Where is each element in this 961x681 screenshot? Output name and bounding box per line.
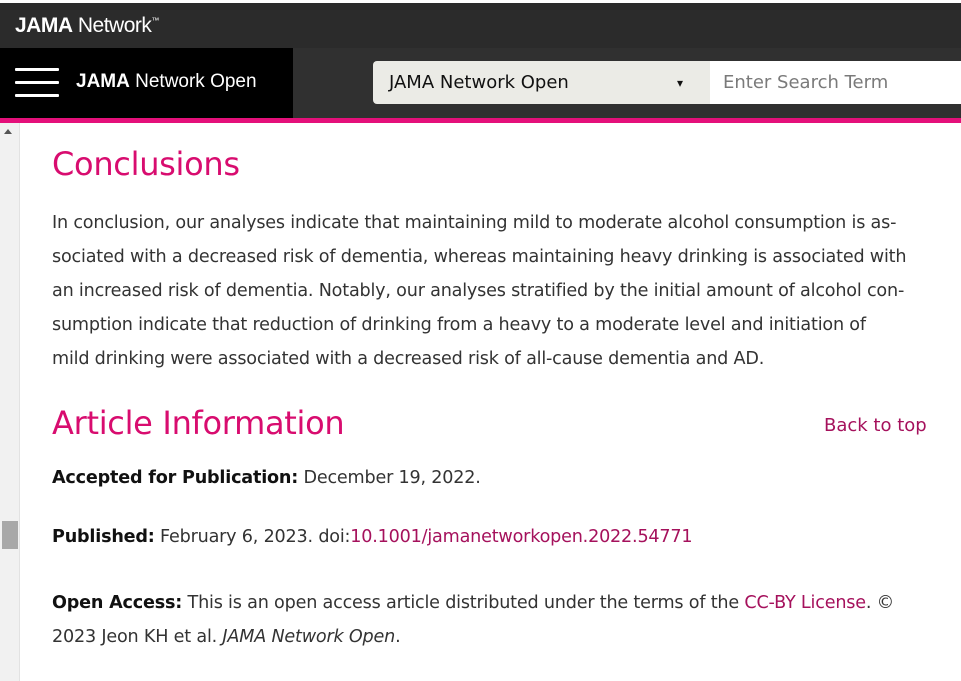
- journal-select-value: JAMA Network Open: [389, 72, 569, 93]
- accepted-label: Accepted for Publication:: [52, 468, 299, 488]
- accent-divider: [0, 118, 961, 123]
- open-access-text: This is an open access article distribut…: [182, 593, 745, 613]
- page-scrollbar[interactable]: [0, 123, 20, 681]
- journal-name-italic: JAMA Network Open: [222, 627, 396, 647]
- published-label: Published:: [52, 527, 155, 547]
- journal-title-bold: JAMA: [76, 71, 130, 92]
- conclusions-line: mild drinking were associated with a dec…: [52, 349, 765, 369]
- accepted-for-publication: Accepted for Publication: December 19, 2…: [52, 468, 481, 488]
- open-access-label: Open Access:: [52, 593, 183, 613]
- brand-trademark: ™: [151, 16, 159, 25]
- scroll-up-arrow-icon[interactable]: [4, 129, 12, 134]
- conclusions-line: sociated with a decreased risk of dement…: [52, 247, 907, 267]
- journal-title-rest: Network Open: [129, 71, 257, 92]
- conclusions-line: an increased risk of dementia. Notably, …: [52, 281, 905, 301]
- published-info: Published: February 6, 2023. doi:10.1001…: [52, 527, 693, 547]
- journal-nav-left: JAMA Network Open: [0, 48, 293, 118]
- journal-title[interactable]: JAMA Network Open: [76, 71, 257, 93]
- journal-nav-bar: JAMA Network Open JAMA Network Open ▾: [0, 48, 961, 118]
- open-access-info: Open Access: This is an open access arti…: [52, 586, 894, 654]
- open-access-end: . ©: [865, 593, 895, 613]
- search-input[interactable]: [710, 61, 961, 104]
- conclusions-line: sumption indicate that reduction of drin…: [52, 315, 866, 335]
- copyright-text: 2023 Jeon KH et al.: [52, 627, 223, 647]
- conclusions-line: In conclusion, our analyses indicate tha…: [52, 213, 897, 233]
- dropdown-caret-icon: ▾: [677, 76, 684, 90]
- doi-link[interactable]: 10.1001/jamanetworkopen.2022.54771: [350, 527, 692, 547]
- open-access-line-1: Open Access: This is an open access arti…: [52, 586, 894, 620]
- open-access-line-2: 2023 Jeon KH et al. JAMA Network Open.: [52, 620, 894, 654]
- journal-select-dropdown[interactable]: JAMA Network Open ▾: [373, 61, 710, 104]
- scrollbar-thumb[interactable]: [2, 521, 18, 549]
- jama-network-logo[interactable]: JAMA Network™: [15, 14, 159, 38]
- accepted-date: December 19, 2022.: [298, 468, 481, 488]
- conclusions-paragraph: In conclusion, our analyses indicate tha…: [52, 206, 928, 376]
- brand-rest: Network: [72, 14, 152, 37]
- cc-by-license-link[interactable]: CC-BY License: [744, 593, 866, 613]
- top-brand-bar: JAMA Network™: [0, 0, 961, 48]
- conclusions-heading: Conclusions: [52, 145, 240, 183]
- brand-bold: JAMA: [15, 14, 73, 37]
- published-date: February 6, 2023. doi:: [154, 527, 351, 547]
- copyright-period: .: [395, 627, 401, 647]
- article-information-heading: Article Information: [52, 404, 345, 442]
- hamburger-menu-icon[interactable]: [15, 68, 59, 98]
- back-to-top-link[interactable]: Back to top: [824, 415, 927, 436]
